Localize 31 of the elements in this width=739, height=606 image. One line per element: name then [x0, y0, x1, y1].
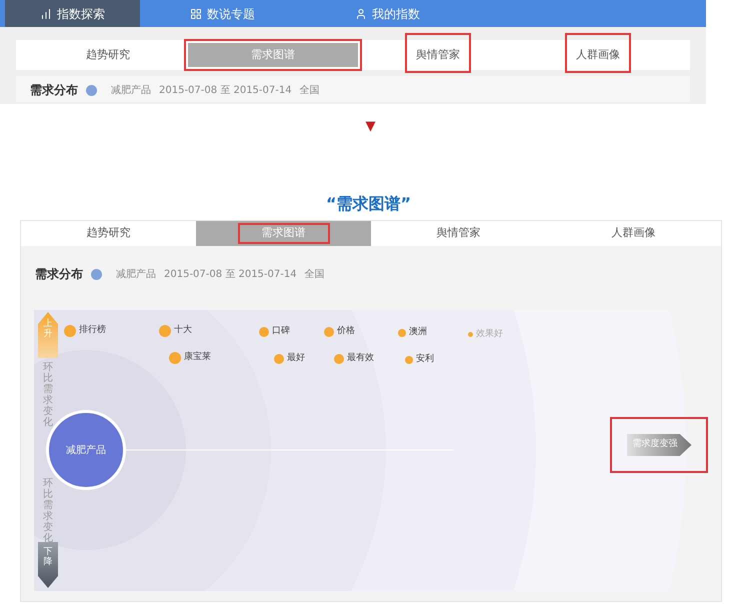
section-title: 需求分布 [35, 266, 83, 283]
keyword-text: 减肥产品 [116, 268, 156, 282]
nav-tab[interactable]: 指数探索 [5, 0, 140, 27]
keyword-label[interactable]: 最有效 [347, 352, 374, 366]
tab[interactable]: 人群画像 [546, 221, 721, 246]
grid-icon [190, 8, 202, 20]
tab[interactable]: 趋势研究 [76, 43, 140, 67]
keyword-label[interactable]: 澳洲 [409, 326, 427, 340]
tab[interactable]: 舆情管家 [371, 221, 546, 246]
keyword-label[interactable]: 口碑 [272, 325, 290, 338]
caption: “需求图谱” [326, 193, 412, 215]
keyword-label[interactable]: 价格 [337, 325, 355, 338]
section-title: 需求分布 [30, 82, 78, 99]
keyword-label[interactable]: 十大 [174, 324, 192, 338]
tab[interactable]: 人群画像 [566, 43, 630, 67]
region-text: 全国 [300, 84, 320, 98]
keyword-label[interactable]: 安利 [416, 353, 434, 366]
keyword-label[interactable]: 排行榜 [79, 324, 106, 338]
keyword-label[interactable]: 康宝莱 [184, 351, 211, 364]
bar-chart-icon [40, 8, 52, 20]
nav-tab[interactable]: 数说专题 [140, 0, 305, 27]
user-icon [355, 8, 367, 20]
down-arrow: ▼ [366, 118, 376, 136]
keyword-text: 减肥产品 [111, 84, 151, 98]
date-range: 2015-07-08 至 2015-07-14 [159, 84, 292, 98]
tab[interactable]: 趋势研究 [21, 221, 196, 246]
date-range: 2015-07-08 至 2015-07-14 [164, 268, 297, 282]
keyword-label[interactable]: 最好 [287, 352, 305, 366]
region-text: 全国 [304, 268, 325, 282]
nav-tab[interactable]: 我的指数 [305, 0, 470, 27]
tab[interactable]: 舆情管家 [406, 43, 470, 67]
